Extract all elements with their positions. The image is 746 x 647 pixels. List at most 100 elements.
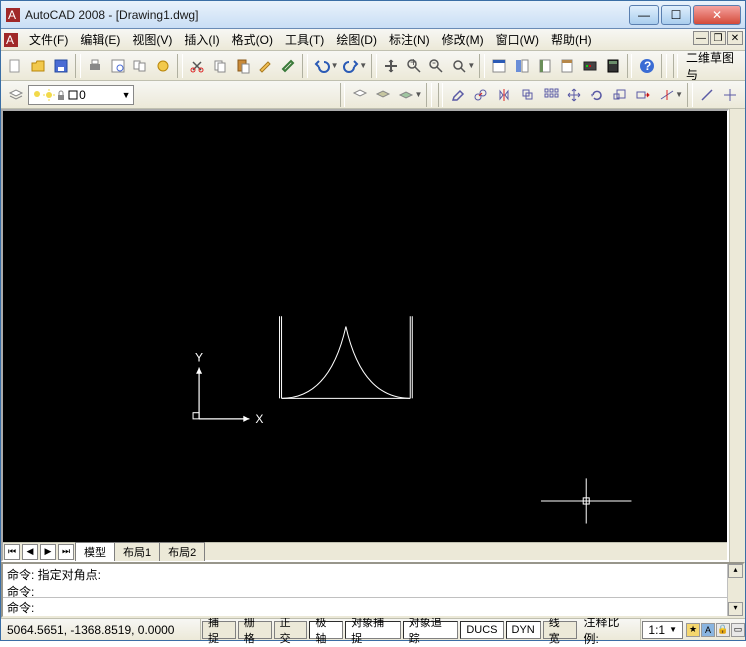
mdi-minimize-button[interactable]: —	[693, 31, 709, 45]
menu-format[interactable]: 格式(O)	[226, 29, 279, 50]
zoom-dropdown[interactable]: ▼	[467, 61, 475, 70]
layer-dropdown[interactable]: ▼	[415, 90, 423, 99]
menu-tools[interactable]: 工具(T)	[279, 29, 330, 50]
zoom-window-button[interactable]: -	[426, 54, 447, 78]
help-button[interactable]: ?	[636, 54, 657, 78]
workspace-label[interactable]: 二维草图与	[682, 51, 741, 81]
properties-button[interactable]	[489, 54, 510, 78]
redo-dropdown[interactable]: ▼	[359, 61, 367, 70]
sun-icon	[43, 89, 55, 101]
snap-toggle[interactable]: 捕捉	[202, 621, 236, 639]
move-button[interactable]	[563, 83, 584, 107]
mdi-close-button[interactable]: ✕	[727, 31, 743, 45]
undo-dropdown[interactable]: ▼	[331, 61, 339, 70]
app-menu-icon[interactable]: A	[3, 32, 19, 48]
array-button[interactable]	[540, 83, 561, 107]
mirror-button[interactable]	[494, 83, 515, 107]
new-button[interactable]	[5, 54, 26, 78]
block-editor-button[interactable]	[278, 54, 299, 78]
publish-button[interactable]	[130, 54, 151, 78]
lock-ui-icon[interactable]: 🔒	[716, 623, 730, 637]
save-button[interactable]	[50, 54, 71, 78]
menu-view[interactable]: 视图(V)	[126, 29, 178, 50]
command-history-line: 命令: 指定对角点:	[7, 566, 739, 583]
tab-model[interactable]: 模型	[75, 542, 115, 561]
scale-button[interactable]	[610, 83, 631, 107]
svg-text:A: A	[8, 8, 16, 22]
tab-nav-last[interactable]: ⏭	[58, 544, 74, 560]
rotate-button[interactable]	[586, 83, 607, 107]
command-scrollbar[interactable]: ▴▾	[727, 564, 743, 616]
lwt-toggle[interactable]: 线宽	[543, 621, 577, 639]
cut-button[interactable]	[187, 54, 208, 78]
line-button[interactable]	[697, 83, 718, 107]
layer-off-button[interactable]	[372, 83, 393, 107]
match-properties-button[interactable]	[255, 54, 276, 78]
anno-visibility-icon[interactable]: ★	[686, 623, 700, 637]
window-frame: A AutoCAD 2008 - [Drawing1.dwg] — ☐ ✕ A …	[0, 0, 746, 641]
print-preview-button[interactable]	[107, 54, 128, 78]
mdi-restore-button[interactable]: ❐	[710, 31, 726, 45]
ducs-toggle[interactable]: DUCS	[460, 621, 503, 639]
pan-button[interactable]	[381, 54, 402, 78]
tab-layout1[interactable]: 布局1	[114, 542, 160, 561]
layer-combo[interactable]: 0 ▼	[28, 85, 133, 105]
svg-text:?: ?	[644, 59, 651, 73]
zoom-prev-button[interactable]	[449, 54, 470, 78]
minimize-button[interactable]: —	[629, 5, 659, 25]
menu-draw[interactable]: 绘图(D)	[330, 29, 383, 50]
open-button[interactable]	[28, 54, 49, 78]
print-button[interactable]	[85, 54, 106, 78]
tab-nav-next[interactable]: ▶	[40, 544, 56, 560]
menu-help[interactable]: 帮助(H)	[545, 29, 598, 50]
vertical-scrollbar[interactable]	[729, 109, 745, 562]
trim-dropdown[interactable]: ▼	[675, 90, 683, 99]
redo-button[interactable]	[340, 54, 361, 78]
tab-nav-first[interactable]: ⏮	[4, 544, 20, 560]
ortho-toggle[interactable]: 正交	[274, 621, 308, 639]
tab-nav-prev[interactable]: ◀	[22, 544, 38, 560]
zoom-realtime-button[interactable]: +	[403, 54, 424, 78]
svg-text:Y: Y	[195, 350, 203, 364]
anno-auto-icon[interactable]: A	[701, 623, 715, 637]
dyn-toggle[interactable]: DYN	[506, 621, 541, 639]
stretch-button[interactable]	[633, 83, 654, 107]
annoscale-combo[interactable]: 1:1▼	[642, 621, 683, 639]
maximize-button[interactable]: ☐	[661, 5, 691, 25]
cline-button[interactable]	[720, 83, 741, 107]
layer-iso-button[interactable]	[395, 83, 416, 107]
trim-button[interactable]	[656, 83, 677, 107]
erase-button[interactable]	[447, 83, 468, 107]
lock-icon	[55, 89, 67, 101]
clean-screen-icon[interactable]: ▭	[731, 623, 745, 637]
coords-readout[interactable]: 5064.5651, -1368.8519, 0.0000	[1, 619, 201, 640]
menu-window[interactable]: 窗口(W)	[490, 29, 545, 50]
tool-palettes-button[interactable]	[534, 54, 555, 78]
osnap-toggle[interactable]: 对象捕捉	[345, 621, 401, 639]
markup-button[interactable]	[580, 54, 601, 78]
menu-insert[interactable]: 插入(I)	[178, 29, 225, 50]
paste-button[interactable]	[232, 54, 253, 78]
undo-button[interactable]	[312, 54, 333, 78]
command-prompt: 命令:	[7, 599, 34, 616]
menu-modify[interactable]: 修改(M)	[436, 29, 490, 50]
otrack-toggle[interactable]: 对象追踪	[403, 621, 459, 639]
tab-layout2[interactable]: 布局2	[159, 542, 205, 561]
sheet-set-button[interactable]	[557, 54, 578, 78]
grid-toggle[interactable]: 栅格	[238, 621, 272, 639]
plot-styles-button[interactable]	[153, 54, 174, 78]
command-input[interactable]: 命令:	[3, 598, 743, 616]
quickcalc-button[interactable]	[602, 54, 623, 78]
menu-edit[interactable]: 编辑(E)	[74, 29, 126, 50]
polar-toggle[interactable]: 极轴	[309, 621, 343, 639]
drawing-canvas[interactable]: X Y	[3, 111, 727, 542]
menu-dimension[interactable]: 标注(N)	[383, 29, 436, 50]
menu-file[interactable]: 文件(F)	[23, 29, 74, 50]
copy-button[interactable]	[210, 54, 231, 78]
design-center-button[interactable]	[511, 54, 532, 78]
offset-button[interactable]	[517, 83, 538, 107]
close-button[interactable]: ✕	[693, 5, 741, 25]
copy-obj-button[interactable]	[471, 83, 492, 107]
layer-properties-button[interactable]	[5, 83, 26, 107]
layer-prev-button[interactable]	[349, 83, 370, 107]
